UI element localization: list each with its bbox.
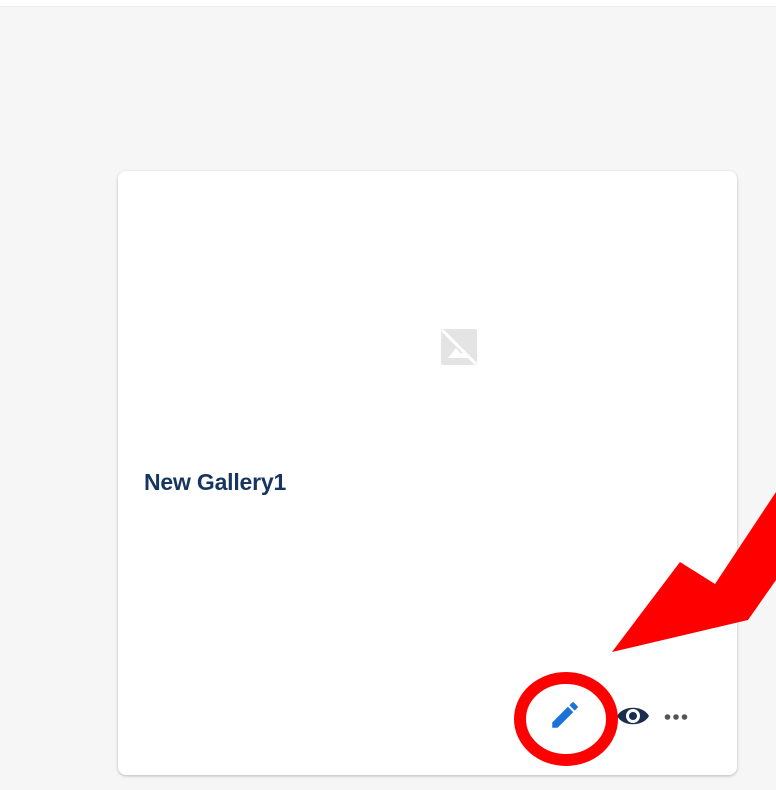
more-horizontal-icon bbox=[664, 714, 688, 720]
pencil-icon bbox=[552, 702, 578, 728]
preview-button[interactable] bbox=[615, 701, 651, 731]
gallery-card[interactable]: New Gallery1 bbox=[118, 171, 737, 775]
broken-image-icon bbox=[440, 328, 478, 366]
gallery-title[interactable]: New Gallery1 bbox=[144, 469, 286, 496]
top-strip bbox=[0, 0, 776, 7]
edit-button[interactable] bbox=[544, 694, 586, 736]
eye-icon bbox=[617, 707, 649, 725]
more-options-button[interactable] bbox=[663, 706, 689, 728]
